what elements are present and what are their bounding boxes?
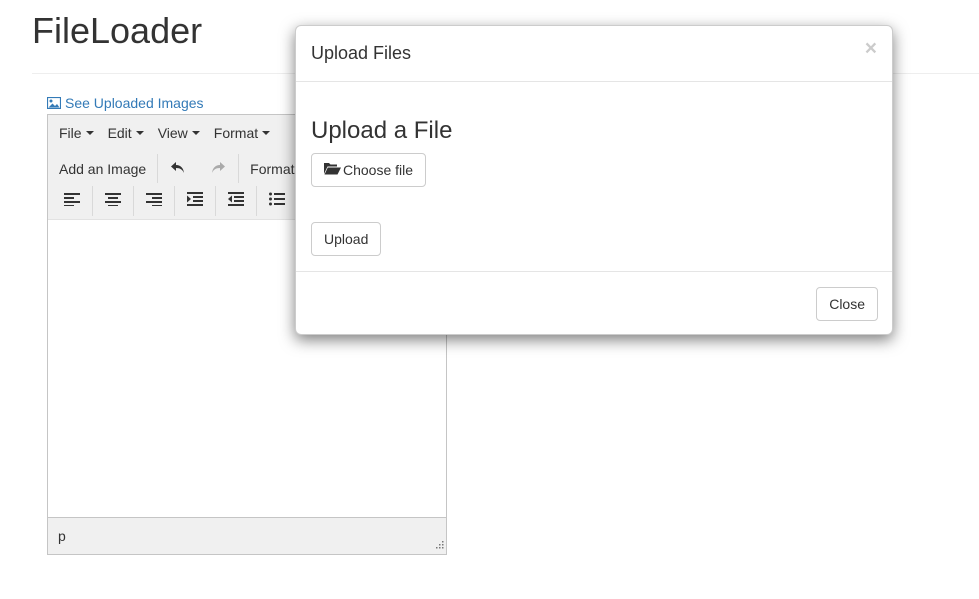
redo-icon (210, 161, 226, 178)
outdent-icon (228, 191, 244, 211)
modal-close-icon[interactable]: × (865, 38, 877, 59)
element-path[interactable]: p (58, 528, 66, 544)
bullet-list-button[interactable] (257, 186, 297, 216)
redo-button[interactable] (198, 154, 238, 184)
menu-view[interactable]: View (151, 125, 207, 141)
close-button[interactable]: Close (816, 287, 878, 321)
caret-down-icon (262, 131, 271, 135)
modal-body: Upload a File Choose file Upload (296, 82, 892, 272)
choose-file-label: Choose file (343, 162, 414, 178)
align-left-button[interactable] (52, 186, 92, 216)
add-image-label: Add an Image (59, 161, 147, 177)
menu-file-label: File (59, 125, 82, 141)
resize-handle-icon[interactable] (435, 536, 444, 552)
formats-label: Formats (250, 161, 302, 177)
choose-file-button[interactable]: Choose file (311, 153, 427, 187)
bullet-list-icon (269, 192, 285, 211)
caret-down-icon (85, 131, 94, 135)
add-image-button[interactable]: Add an Image (48, 154, 157, 184)
modal-footer: Close (296, 272, 892, 336)
folder-open-icon (324, 162, 341, 178)
image-icon (47, 97, 61, 109)
upload-label: Upload (324, 231, 369, 247)
align-left-icon (64, 192, 80, 211)
upload-heading: Upload a File (311, 117, 453, 144)
undo-icon (170, 161, 186, 178)
menu-edit[interactable]: Edit (101, 125, 151, 141)
close-label: Close (829, 296, 865, 312)
caret-down-icon (191, 131, 200, 135)
page-title: FileLoader (32, 10, 203, 51)
see-uploaded-images-link[interactable]: See Uploaded Images (47, 95, 204, 111)
undo-button[interactable] (158, 154, 198, 184)
indent-button[interactable] (175, 186, 215, 216)
editor-statusbar: p (48, 517, 446, 554)
outdent-button[interactable] (216, 186, 256, 216)
caret-down-icon (135, 131, 144, 135)
align-right-button[interactable] (134, 186, 174, 216)
align-right-icon (146, 192, 162, 211)
indent-icon (187, 191, 203, 211)
menu-edit-label: Edit (107, 125, 132, 141)
menu-view-label: View (157, 125, 188, 141)
align-center-button[interactable] (93, 186, 133, 216)
see-uploaded-images-label: See Uploaded Images (65, 95, 204, 111)
modal-header: Upload Files × (296, 26, 892, 82)
menu-file[interactable]: File (52, 125, 101, 141)
align-center-icon (105, 192, 121, 211)
upload-button[interactable]: Upload (311, 222, 382, 256)
menu-format[interactable]: Format (207, 125, 277, 141)
modal-title: Upload Files (311, 43, 412, 63)
menu-format-label: Format (213, 125, 259, 141)
upload-files-modal: Upload Files × Upload a File Choose file… (295, 25, 893, 335)
